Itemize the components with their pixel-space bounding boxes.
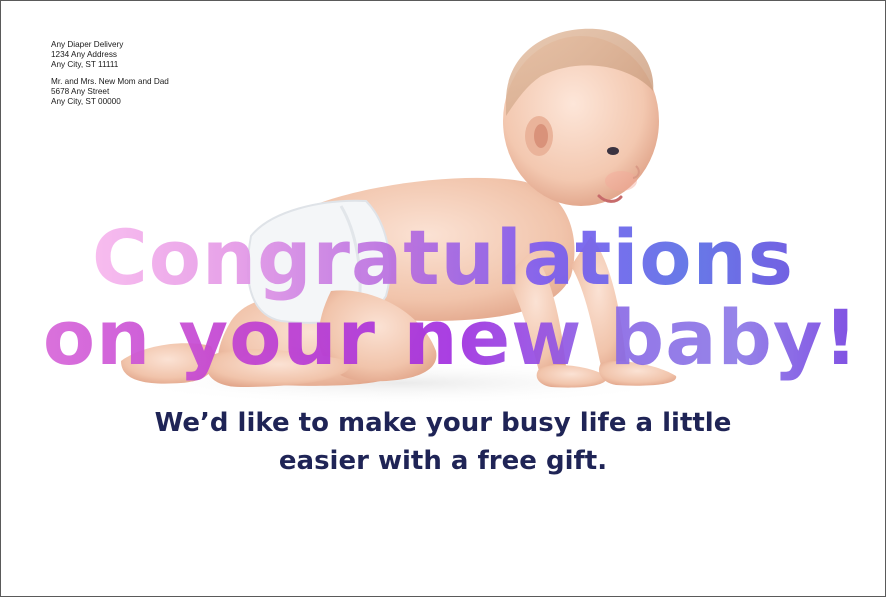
subhead-line-1: We’d like to make your busy life a littl…	[154, 408, 732, 438]
headline-congratulations: Congratulations	[92, 213, 794, 302]
mailer-page: Any Diaper Delivery 1234 Any Address Any…	[0, 0, 886, 597]
headline-line-2: on your new baby!	[9, 293, 885, 383]
headline-new-baby: on your new baby!	[42, 293, 860, 382]
headline-line-1: Congratulations	[1, 213, 885, 303]
subheadline: We’d like to make your busy life a littl…	[1, 404, 885, 480]
subhead-line-2: easier with a free gift.	[278, 446, 608, 476]
